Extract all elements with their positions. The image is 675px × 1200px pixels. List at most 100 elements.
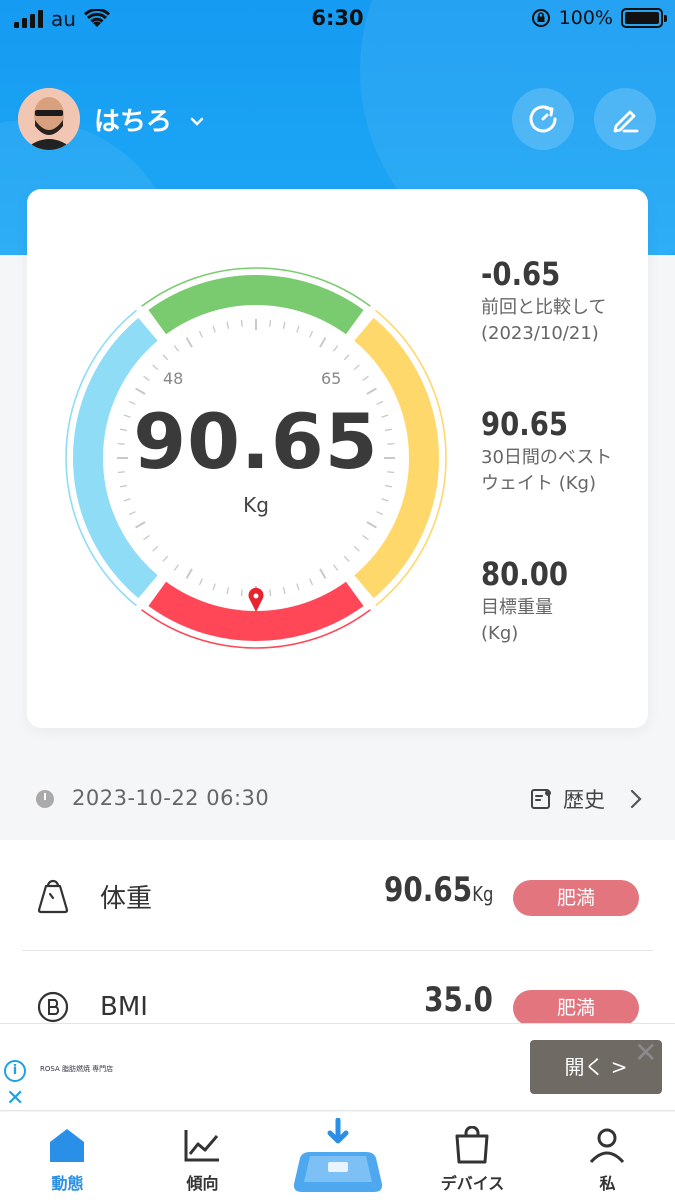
stat-label: 目標重量 (Kg) bbox=[481, 597, 553, 644]
gauge-tick bbox=[269, 319, 272, 327]
gauge-tick bbox=[185, 568, 193, 579]
ad-dismiss-icon[interactable]: ✕ bbox=[6, 1086, 24, 1111]
refresh-button[interactable] bbox=[512, 88, 574, 150]
battery-percent: 100% bbox=[558, 7, 613, 29]
gauge-tick bbox=[152, 545, 159, 552]
gauge-tick bbox=[309, 578, 314, 586]
gauge-tick bbox=[282, 321, 286, 330]
gauge-tick bbox=[333, 345, 339, 352]
metric-value: 35.0 bbox=[424, 980, 493, 1020]
gauge-tick bbox=[240, 589, 243, 597]
status-bar: au 6:30 100% bbox=[0, 0, 675, 38]
measurement-time-row: 2023-10-22 06:30 歴史 bbox=[0, 760, 675, 840]
gauge-range-label-high: 65 bbox=[321, 369, 342, 388]
gauge-tick bbox=[362, 375, 369, 381]
history-icon bbox=[531, 789, 551, 809]
trend-icon bbox=[184, 1130, 219, 1162]
pencil-icon bbox=[613, 110, 639, 133]
gauge-tick bbox=[212, 583, 216, 591]
gauge-tick bbox=[362, 535, 369, 541]
gauge-tick bbox=[173, 345, 179, 352]
gauge-tick bbox=[296, 583, 300, 591]
stat-best-30d: 90.65 30日間のベスト ウェイト (Kg) bbox=[481, 405, 641, 497]
status-badge: 肥満 bbox=[513, 880, 639, 916]
chevron-right-icon bbox=[630, 789, 642, 809]
edit-button[interactable] bbox=[594, 88, 656, 150]
pointer-dot bbox=[253, 593, 259, 599]
gauge-tick bbox=[152, 364, 159, 371]
profile-switcher[interactable]: はちろ bbox=[18, 88, 204, 150]
gauge-tick bbox=[343, 354, 350, 361]
tab-home[interactable]: 動態 bbox=[0, 1112, 135, 1200]
tab-trend[interactable]: 傾向 bbox=[135, 1112, 270, 1200]
person-icon bbox=[589, 1128, 625, 1164]
stat-value: 80.00 bbox=[481, 555, 569, 593]
home-icon bbox=[50, 1129, 84, 1162]
gauge-tick bbox=[282, 586, 286, 595]
gauge-tick bbox=[343, 555, 350, 562]
gauge-tick bbox=[319, 568, 327, 579]
refresh-icon bbox=[529, 105, 557, 133]
tab-label: 動態 bbox=[51, 1174, 84, 1193]
profile-name: はちろ bbox=[94, 106, 173, 137]
orientation-lock-icon bbox=[531, 9, 550, 27]
current-weight-value: 90.65 bbox=[133, 397, 379, 486]
history-label: 歴史 bbox=[563, 788, 605, 812]
gauge-tick bbox=[143, 535, 150, 541]
tab-label: 私 bbox=[599, 1174, 616, 1193]
clock-icon bbox=[36, 790, 54, 808]
device-bag-icon bbox=[455, 1126, 489, 1164]
gauge-range-label-low: 48 bbox=[163, 369, 184, 388]
gauge-tick bbox=[366, 387, 377, 395]
metric-list: 体重 90.65Kg 肥満 BMI 35.0 肥満 bbox=[0, 840, 675, 1026]
gauge-tick bbox=[173, 564, 179, 571]
scale-icon[interactable] bbox=[290, 1118, 386, 1198]
gauge-tick bbox=[212, 325, 216, 333]
history-link[interactable]: 歴史 bbox=[529, 784, 643, 814]
tab-me[interactable]: 私 bbox=[540, 1112, 675, 1200]
info-icon[interactable]: i bbox=[4, 1060, 26, 1082]
close-icon[interactable]: ✕ bbox=[634, 1036, 657, 1069]
gauge-zone-normal bbox=[148, 275, 364, 335]
gauge-tick bbox=[240, 319, 243, 327]
gauge-tick bbox=[143, 375, 150, 381]
current-weight-unit: Kg bbox=[243, 493, 269, 517]
stat-label: 30日間のベスト ウェイト (Kg) bbox=[481, 447, 613, 494]
battery-icon bbox=[621, 8, 667, 28]
measurement-datetime: 2023-10-22 06:30 bbox=[72, 786, 270, 810]
chevron-down-icon[interactable] bbox=[190, 112, 204, 131]
tab-device[interactable]: デバイス bbox=[405, 1112, 540, 1200]
bmi-icon bbox=[37, 991, 69, 1023]
gauge-tick bbox=[162, 555, 169, 562]
metric-row-weight[interactable]: 体重 90.65Kg 肥満 bbox=[0, 840, 675, 951]
metric-label: BMI bbox=[100, 992, 148, 1022]
gauge-tick bbox=[226, 321, 230, 330]
gauge-tick bbox=[366, 521, 377, 529]
metric-value: 90.65Kg bbox=[383, 870, 493, 910]
gauge-tick bbox=[353, 545, 360, 552]
gauge-tick bbox=[162, 354, 169, 361]
metric-label: 体重 bbox=[100, 884, 153, 914]
stat-value: -0.65 bbox=[481, 255, 561, 293]
tab-label: 傾向 bbox=[186, 1174, 219, 1193]
stat-label: 前回と比較して (2023/10/21) bbox=[481, 297, 607, 344]
gauge-tick bbox=[135, 387, 146, 395]
status-badge: 肥満 bbox=[513, 990, 639, 1026]
stat-change: -0.65 前回と比較して (2023/10/21) bbox=[481, 255, 641, 347]
gauge-tick bbox=[353, 364, 360, 371]
gauge-tick bbox=[226, 586, 230, 595]
gauge-tick bbox=[296, 325, 300, 333]
ad-banner[interactable]: i ✕ ROSA 脂肪燃焼 専門店 開く > ✕ bbox=[0, 1023, 675, 1111]
gauge-tick bbox=[135, 521, 146, 529]
tab-label: デバイス bbox=[440, 1174, 505, 1193]
gauge-tick bbox=[269, 589, 272, 597]
stat-value: 90.65 bbox=[481, 405, 569, 443]
stat-target: 80.00 目標重量 (Kg) bbox=[481, 555, 641, 647]
weight-summary-card: 48 65 90.65 Kg -0.65 前回と比較して (2023/10/21)… bbox=[27, 189, 648, 728]
ad-text: ROSA 脂肪燃焼 専門店 bbox=[40, 1065, 114, 1073]
avatar[interactable] bbox=[18, 88, 80, 150]
pointer-shape bbox=[248, 587, 264, 612]
gauge-tick bbox=[198, 330, 203, 338]
gauge-tick bbox=[198, 578, 203, 586]
gauge-tick bbox=[333, 564, 339, 571]
